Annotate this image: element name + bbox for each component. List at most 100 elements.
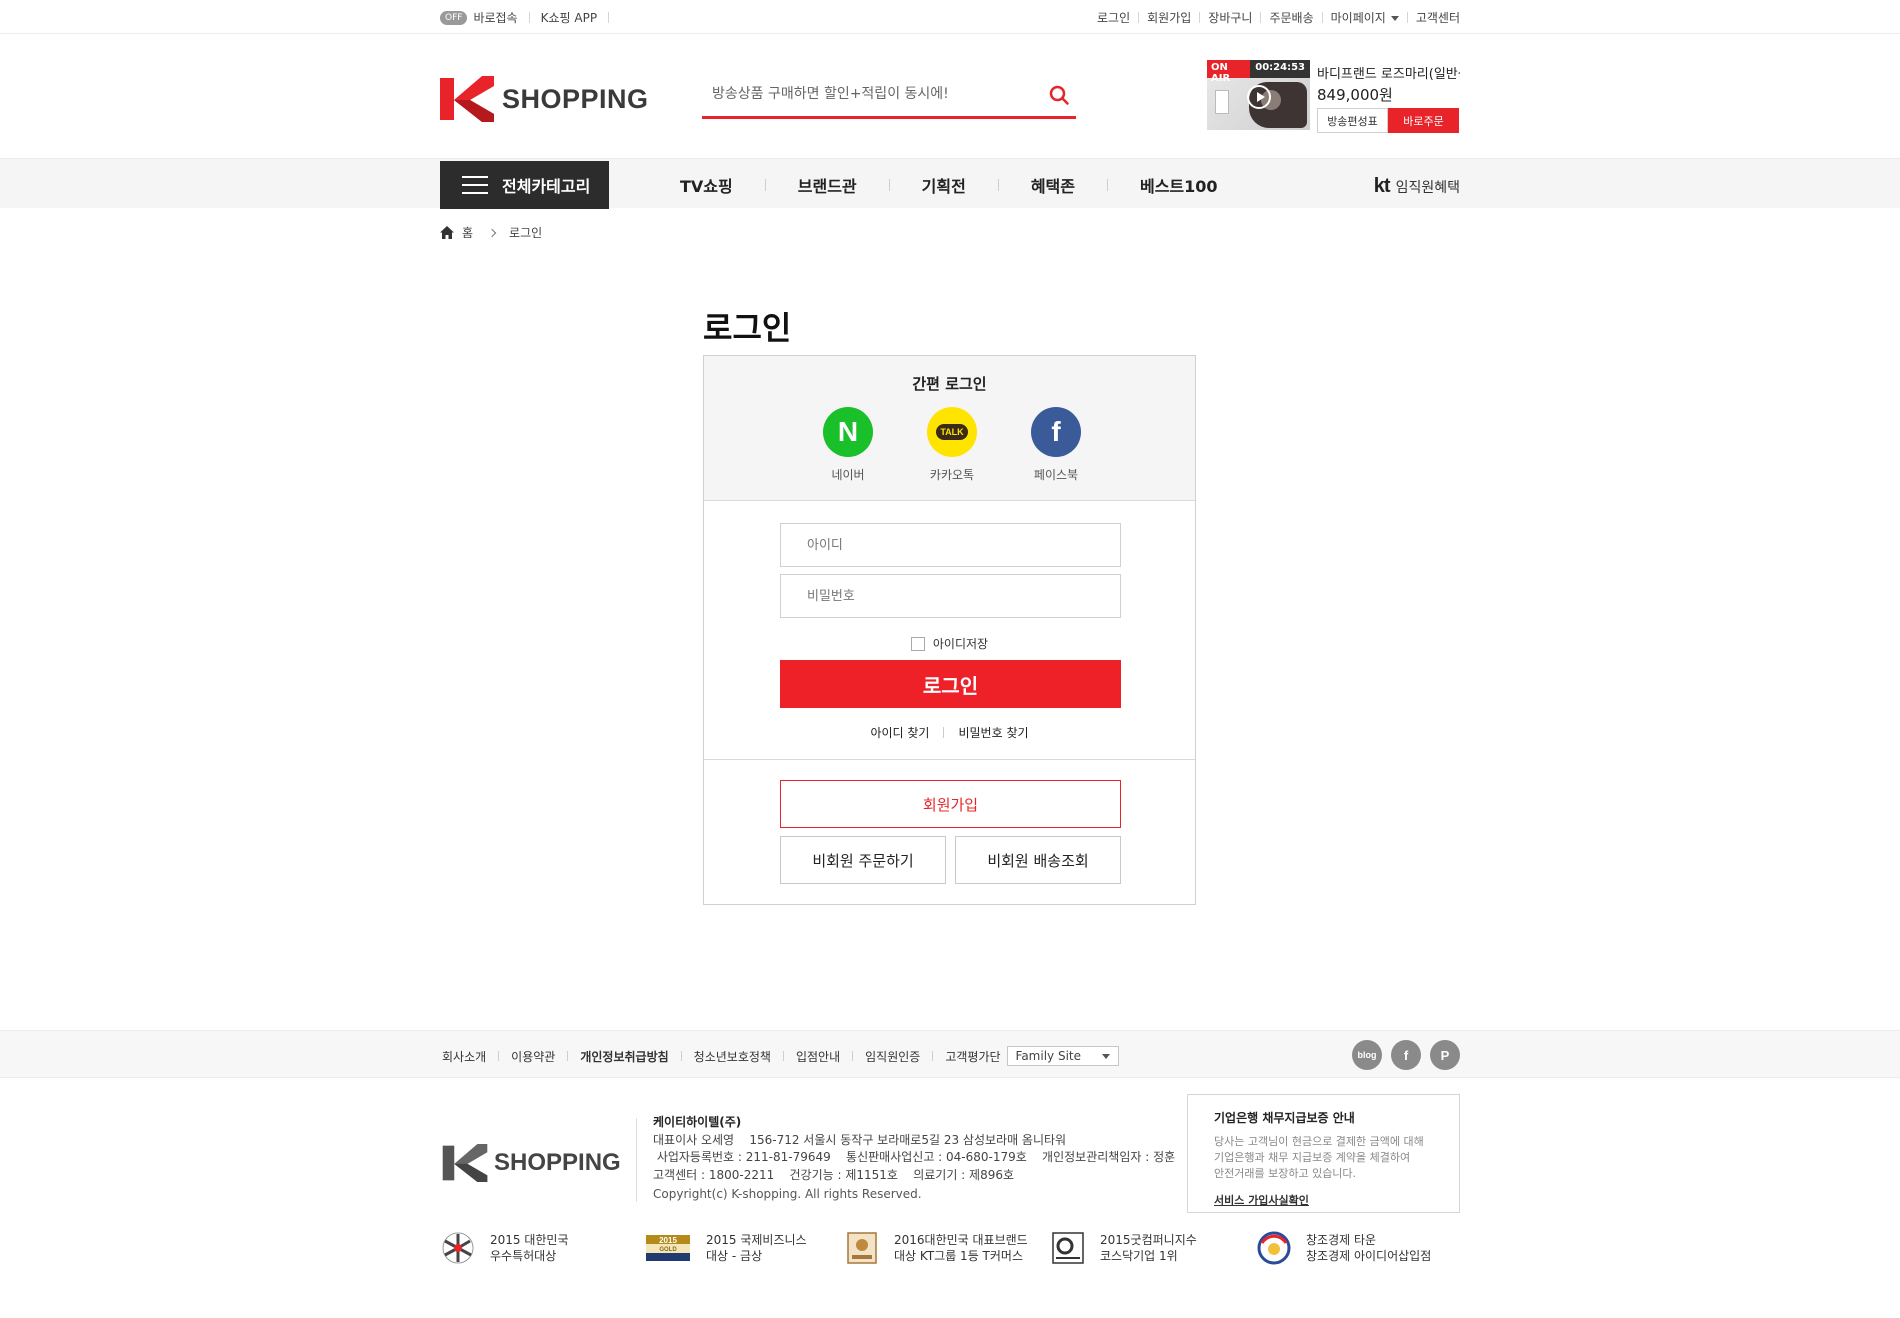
id-field-wrap	[780, 523, 1121, 567]
award-item: 2015 대한민국 우수특허대상	[440, 1231, 644, 1265]
company-info: 케이티하이텔(주) 대표이사 오세영 156-712 서울시 동작구 보라매로5…	[653, 1114, 1175, 1204]
save-id-option: 아이디저장	[704, 635, 1195, 652]
login-button[interactable]: 로그인	[780, 660, 1121, 708]
company-info-line: 고객센터 : 1800-2211 건강기능 : 제1151호 의료기기 : 제8…	[653, 1167, 1015, 1182]
login-link[interactable]: 로그인	[1097, 9, 1130, 26]
family-site-label: Family Site	[1015, 1049, 1081, 1063]
nav-brand[interactable]: 브랜드관	[798, 173, 857, 197]
award-line: 2016대한민국 대표브랜드	[894, 1233, 1028, 1247]
cart-link[interactable]: 장바구니	[1208, 9, 1252, 26]
creative-economy-icon	[1257, 1231, 1291, 1265]
mypage-link[interactable]: 마이페이지	[1331, 9, 1399, 26]
site-logo[interactable]: SHOPPING	[440, 76, 649, 122]
guest-delivery-button[interactable]: 비회원 배송조회	[955, 836, 1121, 884]
facebook-login[interactable]: f 페이스북	[1016, 407, 1096, 483]
footer-link-privacy[interactable]: 개인정보취급방침	[580, 1048, 668, 1065]
family-site-select[interactable]: Family Site	[1006, 1046, 1119, 1066]
quick-access-toggle[interactable]: OFF	[440, 10, 468, 25]
footer-link-youth[interactable]: 청소년보호정책	[694, 1048, 771, 1065]
save-id-label[interactable]: 아이디저장	[933, 635, 988, 652]
easy-login-title: 간편 로그인	[912, 375, 987, 393]
hamburger-icon	[462, 176, 488, 194]
find-password-link[interactable]: 비밀번호 찾기	[958, 724, 1028, 741]
facebook-icon[interactable]: f	[1391, 1040, 1421, 1070]
all-category-button[interactable]: 전체카테고리	[440, 161, 609, 209]
util-links: 로그인 회원가입 장바구니 주문배송 마이페이지 고객센터	[1097, 9, 1460, 26]
pinterest-icon[interactable]: P	[1430, 1040, 1460, 1070]
footer-link-employee[interactable]: 임직원인증	[865, 1048, 920, 1065]
social-links: blog f P	[1352, 1040, 1460, 1070]
guarantee-text: 당사는 고객님이 현금으로 결제한 금액에 대해 기업은행과 채무 지급보증 계…	[1214, 1134, 1459, 1182]
app-link[interactable]: K쇼핑 APP	[541, 9, 597, 26]
chevron-down-icon	[1390, 16, 1399, 21]
search-input[interactable]	[702, 76, 1032, 112]
footer-link-company[interactable]: 회사소개	[442, 1048, 486, 1065]
save-id-checkbox[interactable]	[910, 636, 925, 651]
blog-icon[interactable]: blog	[1352, 1040, 1382, 1070]
footer-links: 회사소개 이용약관 개인정보취급방침 청소년보호정책 입점안내 임직원인증 고객…	[442, 1046, 1119, 1066]
join-link[interactable]: 회원가입	[1147, 9, 1191, 26]
schedule-button[interactable]: 방송편성표	[1317, 108, 1388, 133]
naver-icon: N	[823, 407, 873, 457]
gnb-menu: TV쇼핑 브랜드관 기획전 혜택존 베스트100	[680, 173, 1218, 197]
naver-login[interactable]: N 네이버	[808, 407, 888, 483]
divider	[498, 1051, 500, 1061]
join-button[interactable]: 회원가입	[780, 780, 1121, 828]
award-line: 창조경제 타운	[1306, 1233, 1377, 1247]
main-navigation: 전체카테고리 TV쇼핑 브랜드관 기획전 혜택존 베스트100 kt 임직원혜택	[0, 158, 1900, 209]
page: OFF 바로접속 K쇼핑 APP 로그인 회원가입 장바구니 주문배송 마이페이…	[0, 0, 1900, 1318]
nav-tv-shopping[interactable]: TV쇼핑	[680, 173, 733, 197]
award-text: 2015 대한민국 우수특허대상	[490, 1232, 569, 1264]
guarantee-title: 기업은행 채무지급보증 안내	[1214, 1111, 1355, 1125]
guarantee-check-link[interactable]: 서비스 가입사실확인	[1214, 1192, 1459, 1208]
nav-benefit-zone[interactable]: 혜택존	[1031, 173, 1075, 197]
quick-access-label[interactable]: 바로접속	[473, 9, 517, 26]
divider	[1321, 12, 1323, 23]
nav-best100[interactable]: 베스트100	[1140, 173, 1218, 197]
top-utility-bar: OFF 바로접속 K쇼핑 APP 로그인 회원가입 장바구니 주문배송 마이페이…	[0, 0, 1900, 34]
award-line: 2015 국제비즈니스	[706, 1233, 807, 1247]
award-item: 2015굿컴퍼니지수 코스닥기업 1위	[1050, 1231, 1256, 1265]
footer-link-evaluators[interactable]: 고객평가단	[945, 1048, 1000, 1065]
brand-award-icon	[847, 1232, 877, 1264]
on-air-label: ON AIR 00:24:53	[1207, 60, 1310, 84]
find-account-links: 아이디 찾기 비밀번호 찾기	[704, 724, 1195, 741]
guarantee-text-line: 당사는 고객님이 현금으로 결제한 금액에 대해	[1214, 1135, 1424, 1148]
on-air-price: 849,000원	[1317, 86, 1393, 104]
customer-center-link[interactable]: 고객센터	[1416, 9, 1460, 26]
home-icon[interactable]	[440, 226, 454, 239]
divider	[636, 1118, 637, 1202]
chevron-right-icon	[487, 228, 497, 237]
guest-order-button[interactable]: 비회원 주문하기	[780, 836, 946, 884]
id-input[interactable]	[781, 524, 1120, 566]
login-form: 아이디저장 로그인 아이디 찾기 비밀번호 찾기	[704, 501, 1195, 760]
award-line: 대상 KT그룹 1등 T커머스	[894, 1249, 1023, 1263]
footer-link-terms[interactable]: 이용약관	[511, 1048, 555, 1065]
on-air-product-title[interactable]: 바디프랜드 로즈마리(일반상...	[1317, 63, 1460, 82]
kakao-label: 카카오톡	[929, 468, 975, 482]
play-icon[interactable]	[1247, 85, 1271, 109]
nav-exhibition[interactable]: 기획전	[922, 173, 966, 197]
on-air-thumbnail[interactable]: ON AIR 00:24:53	[1207, 60, 1310, 130]
breadcrumb-home[interactable]: 홈	[462, 224, 473, 241]
order-now-button[interactable]: 바로주문	[1388, 108, 1459, 133]
divider	[680, 1051, 682, 1061]
company-info-line: 사업자등록번호 : 211-81-79649 통신판매사업신고 : 04-680…	[653, 1150, 1176, 1164]
award-line: 2015 대한민국	[490, 1233, 569, 1247]
login-box: 간편 로그인 N 네이버 TALK 카카오톡 f 페이스북 아이디 아이디저장 …	[703, 355, 1196, 905]
pw-field-wrap	[780, 574, 1121, 618]
order-delivery-link[interactable]: 주문배송	[1269, 9, 1313, 26]
search-bar	[702, 76, 1076, 119]
award-text: 2016대한민국 대표브랜드 대상 KT그룹 1등 T커머스	[894, 1232, 1028, 1264]
svg-text:GOLD: GOLD	[659, 1247, 677, 1253]
breadcrumb-current: 로그인	[509, 226, 543, 240]
find-id-link[interactable]: 아이디 찾기	[870, 724, 929, 741]
kt-employee-benefit-link[interactable]: kt 임직원혜택	[1374, 175, 1460, 198]
search-icon[interactable]	[1048, 84, 1070, 106]
kakao-login[interactable]: TALK 카카오톡	[912, 407, 992, 483]
k-logo-gray-icon	[442, 1144, 488, 1182]
divider	[1199, 12, 1201, 23]
footer-link-vendor[interactable]: 입점안내	[796, 1048, 840, 1065]
on-air-badge: ON AIR	[1207, 60, 1251, 84]
password-input[interactable]	[781, 575, 1120, 617]
